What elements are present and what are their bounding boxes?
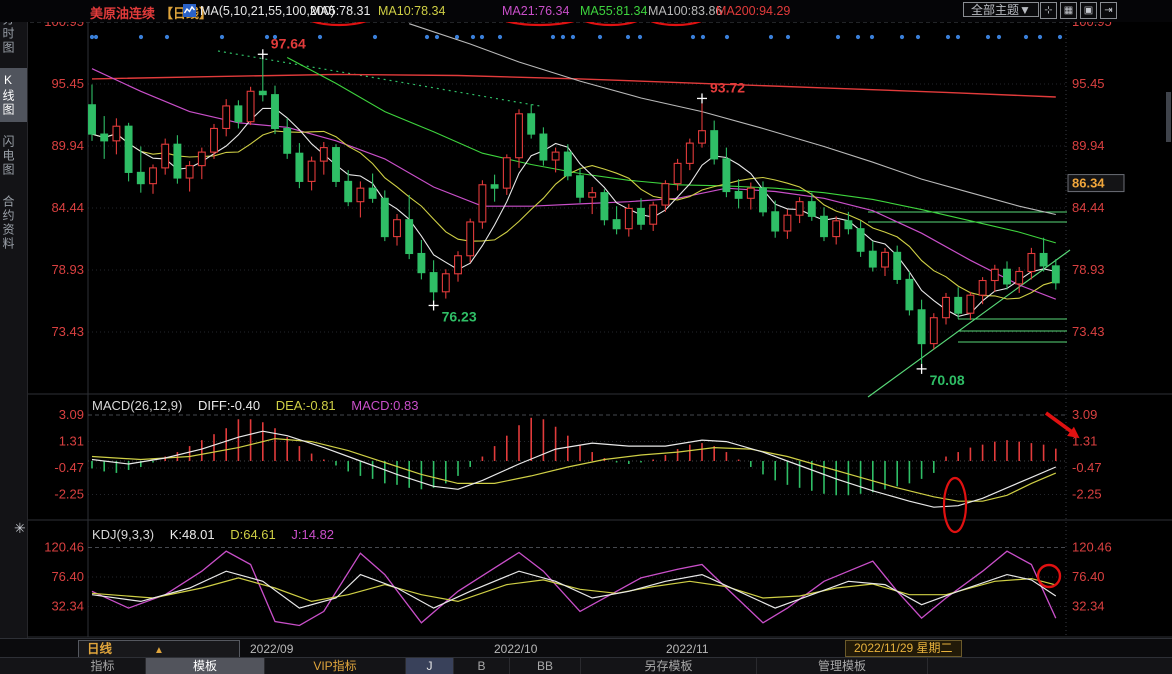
axis-date-label: 2022/10: [494, 642, 537, 656]
expand-panel-button[interactable]: ⇥: [1100, 2, 1117, 19]
svg-text:-2.25: -2.25: [1072, 487, 1102, 502]
scrollbar-thumb[interactable]: [1166, 92, 1171, 142]
svg-text:70.08: 70.08: [930, 372, 965, 388]
axis-date-label: 2022/11: [666, 642, 709, 656]
crosshair-tool-button[interactable]: ⊹: [1040, 2, 1057, 19]
svg-text:76.23: 76.23: [442, 308, 477, 324]
svg-text:89.94: 89.94: [51, 138, 84, 153]
sidebar-item-flash-chart[interactable]: 闪电图: [0, 130, 27, 182]
axis-date-label: 2022/09: [250, 642, 293, 656]
macd-title: MACD(26,12,9): [92, 398, 182, 413]
tab-templates[interactable]: 模板: [146, 658, 265, 674]
svg-text:1.31: 1.31: [59, 433, 84, 448]
svg-text:120.46: 120.46: [1072, 540, 1112, 555]
svg-text:84.44: 84.44: [51, 200, 84, 215]
macd-diff-value: DIFF:-0.40: [198, 398, 260, 413]
kdj-title: KDJ(9,3,3): [92, 527, 154, 542]
svg-text:3.09: 3.09: [59, 407, 84, 422]
axis-date-current: 2022/11/29 星期二: [845, 640, 962, 657]
chart-header: 美原油连续 【日线】 MA(5,10,21,55,100,200) MA5:78…: [0, 0, 1172, 22]
ma21-value: MA21:76.34: [502, 4, 569, 18]
svg-text:78.93: 78.93: [1072, 262, 1105, 277]
kdj-d-value: D:64.61: [230, 527, 276, 542]
macd-dea-value: DEA:-0.81: [276, 398, 336, 413]
ma55-value: MA55:81.34: [580, 4, 647, 18]
svg-text:-2.25: -2.25: [54, 487, 84, 502]
svg-text:32.34: 32.34: [51, 598, 84, 613]
period-dropdown-label: 日线: [87, 642, 112, 656]
theme-selector-button[interactable]: 全部主题▼: [963, 2, 1039, 17]
svg-text:76.40: 76.40: [51, 569, 84, 584]
kline-icon: [183, 4, 196, 17]
tab-save-template[interactable]: 另存模板: [581, 658, 757, 674]
panel-settings-icon[interactable]: ✳: [14, 520, 26, 537]
ma200-value: MA200:94.29: [716, 4, 790, 18]
tab-bb[interactable]: BB: [510, 658, 581, 674]
chevron-up-icon: ▲: [154, 645, 164, 656]
svg-text:97.64: 97.64: [271, 35, 306, 51]
svg-text:95.45: 95.45: [51, 76, 84, 91]
annotation-marks-group: [302, 1, 1080, 587]
sidebar-item-kline-chart[interactable]: K线图: [0, 68, 27, 122]
macd-header: MACD(26,12,9) DIFF:-0.40 DEA:-0.81 MACD:…: [92, 398, 431, 413]
macd-macd-value: MACD:0.83: [351, 398, 418, 413]
main-chart: 97.6493.7276.2370.08100.95100.9595.4595.…: [0, 0, 1172, 674]
kdj-k-value: K:48.01: [170, 527, 215, 542]
tab-j[interactable]: J: [406, 658, 454, 674]
svg-text:78.93: 78.93: [51, 262, 84, 277]
tab-manage-template[interactable]: 管理模板: [757, 658, 928, 674]
svg-text:76.40: 76.40: [1072, 569, 1105, 584]
svg-text:-0.47: -0.47: [1072, 460, 1102, 475]
ma10-value: MA10:78.34: [378, 4, 445, 18]
tab-b[interactable]: B: [454, 658, 510, 674]
tab-indicators[interactable]: 指标: [60, 658, 146, 674]
trading-app-window: 97.6493.7276.2370.08100.95100.9595.4595.…: [0, 0, 1172, 674]
chart-type-sidebar: 分时图 K线图 闪电图 合约资料 ✳: [0, 0, 28, 638]
sidebar-item-contract-info[interactable]: 合约资料: [0, 190, 27, 256]
period-dropdown[interactable]: 日线 ▲: [78, 640, 240, 658]
svg-text:73.43: 73.43: [51, 324, 84, 339]
svg-text:86.34: 86.34: [1072, 176, 1105, 191]
ma100-value: MA100:83.86: [648, 4, 722, 18]
svg-text:73.43: 73.43: [1072, 324, 1105, 339]
time-axis-row: 日线 ▲ 2022/09 2022/10 2022/11 2022/11/29 星…: [0, 638, 1172, 658]
svg-text:-0.47: -0.47: [54, 460, 84, 475]
window-toolbar: ⊹ ▦ ▣ ⇥: [1040, 2, 1117, 19]
svg-text:32.34: 32.34: [1072, 598, 1105, 613]
svg-text:3.09: 3.09: [1072, 407, 1097, 422]
svg-text:120.46: 120.46: [44, 540, 84, 555]
indicator-tab-bar: 指标 模板 VIP指标 J B BB 另存模板 管理模板: [0, 657, 1172, 674]
svg-text:95.45: 95.45: [1072, 76, 1105, 91]
panel-layout-button[interactable]: ▣: [1080, 2, 1097, 19]
kdj-j-value: J:14.82: [291, 527, 334, 542]
svg-text:89.94: 89.94: [1072, 138, 1105, 153]
grid-layout-button[interactable]: ▦: [1060, 2, 1077, 19]
svg-text:84.44: 84.44: [1072, 200, 1105, 215]
tab-vip-indicators[interactable]: VIP指标: [265, 658, 406, 674]
kdj-header: KDJ(9,3,3) K:48.01 D:64.61 J:14.82: [92, 527, 346, 542]
instrument-title: 美原油连续: [90, 3, 155, 22]
svg-text:93.72: 93.72: [710, 79, 745, 95]
ma5-value: MA5:78.31: [310, 4, 370, 18]
